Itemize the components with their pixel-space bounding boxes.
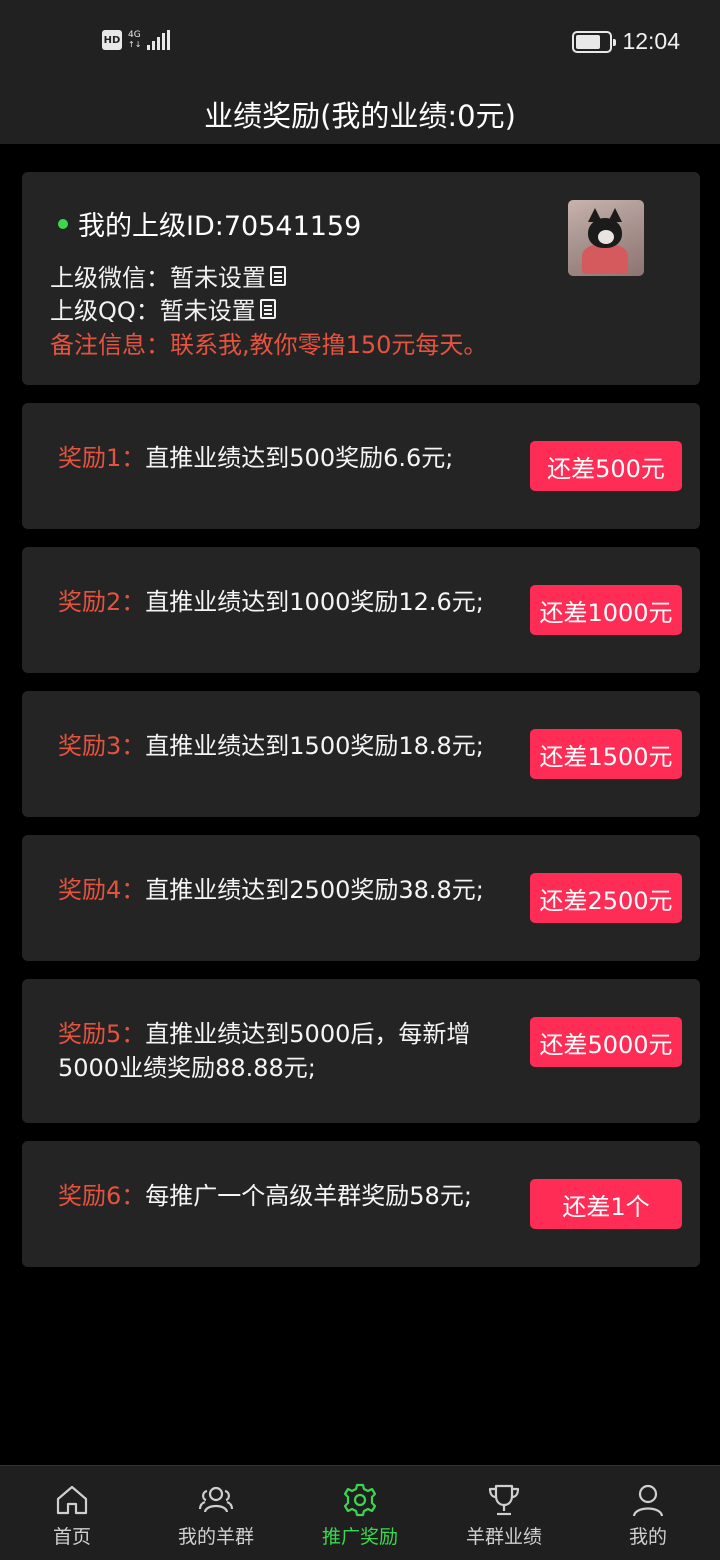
reward-text: 奖励4：直推业绩达到2500奖励38.8元; <box>58 873 508 907</box>
reward-desc: 直推业绩达到2500奖励38.8元; <box>145 876 484 904</box>
reward-status-button[interactable]: 还差1500元 <box>530 729 682 779</box>
upline-note-row: 备注信息：联系我,教你零撸150元每天。 <box>50 325 487 360</box>
reward-card-1: 奖励1：直推业绩达到500奖励6.6元; 还差500元 <box>22 403 700 529</box>
upline-id: 我的上级ID:70541159 <box>78 211 362 242</box>
bottom-tab-bar: 首页 我的羊群 推广奖励 羊群业绩 我的 <box>0 1465 720 1560</box>
status-bar: HD 4G ↑↓ 12:04 <box>0 0 720 84</box>
reward-label: 奖励4： <box>58 876 146 904</box>
reward-label: 奖励2： <box>58 588 146 616</box>
upline-wechat-row: 上级微信：暂未设置 <box>50 258 286 293</box>
reward-label: 奖励5： <box>58 1020 146 1048</box>
upline-wechat: 上级微信：暂未设置 <box>50 264 266 292</box>
status-right: 12:04 <box>572 28 680 55</box>
clock: 12:04 <box>622 28 680 54</box>
copy-wechat-icon[interactable] <box>270 265 286 286</box>
trophy-icon <box>488 1484 520 1516</box>
title-bar: 业绩奖励(我的业绩:0元) <box>0 84 720 144</box>
reward-desc: 每推广一个高级羊群奖励58元; <box>145 1182 472 1210</box>
tab-label: 我的羊群 <box>177 1526 254 1548</box>
status-left: HD 4G ↑↓ <box>102 30 171 50</box>
upline-id-row: 我的上级ID:70541159 <box>58 204 361 243</box>
user-icon <box>632 1484 664 1517</box>
tab-promotion-reward[interactable]: 推广奖励 <box>288 1466 432 1560</box>
reward-card-6: 奖励6：每推广一个高级羊群奖励58元; 还差1个 <box>22 1141 700 1267</box>
home-icon <box>56 1485 88 1515</box>
battery-icon <box>572 30 617 53</box>
data-arrows-icon: ↑↓ <box>128 40 142 49</box>
upline-note: 备注信息：联系我,教你零撸150元每天。 <box>50 331 488 359</box>
reward-card-2: 奖励2：直推业绩达到1000奖励12.6元; 还差1000元 <box>22 547 700 673</box>
signal-icon <box>147 30 171 50</box>
reward-label: 奖励3： <box>58 732 146 760</box>
gear-icon <box>343 1483 377 1517</box>
reward-desc: 直推业绩达到1500奖励18.8元; <box>145 732 484 760</box>
avatar[interactable] <box>568 200 644 276</box>
reward-status-button[interactable]: 还差500元 <box>530 441 682 491</box>
tab-label: 首页 <box>52 1526 91 1548</box>
network-indicator: 4G ↑↓ <box>128 30 142 50</box>
reward-text: 奖励1：直推业绩达到500奖励6.6元; <box>58 441 508 475</box>
reward-status-button[interactable]: 还差2500元 <box>530 873 682 923</box>
reward-status-button[interactable]: 还差1个 <box>530 1179 682 1229</box>
hd-badge: HD <box>102 30 122 50</box>
reward-label: 奖励1： <box>58 444 146 472</box>
tab-label: 羊群业绩 <box>465 1526 542 1548</box>
reward-card-3: 奖励3：直推业绩达到1500奖励18.8元; 还差1500元 <box>22 691 700 817</box>
group-icon <box>198 1486 234 1513</box>
reward-label: 奖励6： <box>58 1182 146 1210</box>
network-type: 4G <box>128 30 141 40</box>
reward-text: 奖励5：直推业绩达到5000后，每新增5000业绩奖励88.88元; <box>58 1017 508 1085</box>
reward-desc: 直推业绩达到1000奖励12.6元; <box>145 588 484 616</box>
upline-card: 我的上级ID:70541159 上级微信：暂未设置 上级QQ：暂未设置 备注信息… <box>22 172 700 385</box>
reward-status-button[interactable]: 还差5000元 <box>530 1017 682 1067</box>
upline-qq-row: 上级QQ：暂未设置 <box>50 291 276 326</box>
reward-text: 奖励3：直推业绩达到1500奖励18.8元; <box>58 729 508 763</box>
online-dot-icon <box>58 218 68 229</box>
tab-home[interactable]: 首页 <box>0 1466 144 1560</box>
tab-label: 推广奖励 <box>321 1526 398 1548</box>
tab-my-flock[interactable]: 我的羊群 <box>144 1466 288 1560</box>
reward-text: 奖励2：直推业绩达到1000奖励12.6元; <box>58 585 508 619</box>
tab-mine[interactable]: 我的 <box>576 1466 720 1560</box>
battery-level <box>576 34 601 49</box>
reward-text: 奖励6：每推广一个高级羊群奖励58元; <box>58 1179 508 1213</box>
page-title: 业绩奖励(我的业绩:0元) <box>204 99 516 133</box>
reward-card-5: 奖励5：直推业绩达到5000后，每新增5000业绩奖励88.88元; 还差500… <box>22 979 700 1123</box>
reward-desc: 直推业绩达到500奖励6.6元; <box>145 444 454 472</box>
tab-flock-performance[interactable]: 羊群业绩 <box>432 1466 576 1560</box>
tab-label: 我的 <box>628 1526 667 1548</box>
reward-card-4: 奖励4：直推业绩达到2500奖励38.8元; 还差2500元 <box>22 835 700 961</box>
copy-qq-icon[interactable] <box>259 298 276 319</box>
reward-status-button[interactable]: 还差1000元 <box>530 585 682 635</box>
upline-qq: 上级QQ：暂未设置 <box>50 297 256 325</box>
